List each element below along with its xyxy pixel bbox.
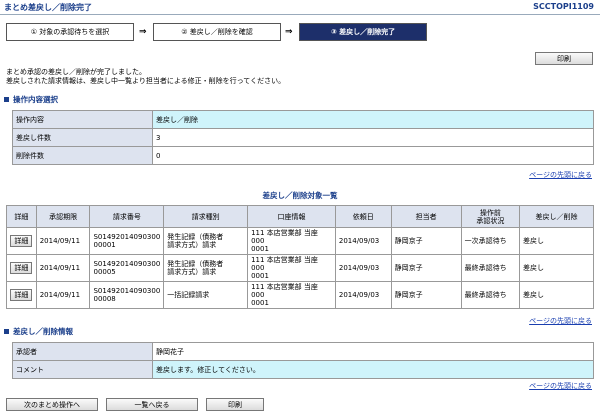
info-section-header: 差戻し／削除情報 [4, 326, 73, 337]
approver-row: 承認者 静岡花子 [12, 342, 594, 361]
back-to-list-button[interactable]: 一覧へ戻る [106, 398, 198, 411]
table-row: 詳細 2014/09/11 S01492014090300 00005 発生記録… [6, 254, 594, 282]
row-deadline: 2014/09/11 [35, 254, 91, 282]
row-type: 発生記録（債務者 請求方式）請求 [163, 254, 249, 282]
print-button-top[interactable]: 印刷 [535, 52, 593, 65]
return-count-value: 3 [152, 128, 594, 147]
print-button-bottom[interactable]: 印刷 [206, 398, 264, 411]
info-section-title: 差戻し／削除情報 [13, 327, 73, 336]
op-section-title: 操作内容選択 [13, 95, 58, 104]
page-top-link-3[interactable]: ページの先頭に戻る [529, 381, 592, 391]
list-header-row: 詳細 承認期限 請求番号 請求種別 口座情報 依頼日 担当者 操作前 承認状況 … [6, 205, 594, 228]
step-3-active: ③ 差戻し／削除完了 [299, 23, 427, 41]
col-action: 差戻し／削除 [519, 205, 594, 228]
row-type: 一括記録請求 [163, 281, 249, 309]
page-top-link-2[interactable]: ページの先頭に戻る [529, 316, 592, 326]
title-bar: まとめ差戻し／削除完了 SCCTOPI1109 [0, 0, 600, 15]
row-date: 2014/09/03 [334, 281, 392, 309]
step-arrow-1: ⇒ [139, 27, 147, 37]
list-title: 差戻し／削除対象一覧 [262, 191, 338, 200]
col-account: 口座情報 [247, 205, 336, 228]
row-deadline: 2014/09/11 [35, 281, 91, 309]
row-date: 2014/09/03 [334, 254, 392, 282]
row-account: 111 本店営業部 当座 000 0001 [247, 227, 336, 255]
row-person: 静岡京子 [390, 227, 462, 255]
step-2: ② 差戻し／削除を確認 [153, 23, 281, 41]
delete-count-row: 削除件数 0 [12, 146, 594, 165]
comment-label: コメント [12, 360, 153, 379]
step-1: ① 対象の承認待ちを選択 [6, 23, 134, 41]
return-count-label: 差戻し件数 [12, 128, 153, 147]
approver-label: 承認者 [12, 342, 153, 361]
approver-value: 静岡花子 [152, 342, 594, 361]
page-title: まとめ差戻し／削除完了 [4, 3, 92, 12]
row-number: S01492014090300 00005 [89, 254, 165, 282]
row-type: 発生記録（債務者 請求方式）請求 [163, 227, 249, 255]
row-action: 差戻し [519, 254, 594, 282]
row-account: 111 本店営業部 当座 000 0001 [247, 254, 336, 282]
message-line-1: まとめ承認の差戻し／削除が完了しました。 [6, 68, 146, 76]
detail-button[interactable]: 詳細 [10, 235, 33, 247]
comment-row: コメント 差戻します。修正してください。 [12, 360, 594, 379]
row-person: 静岡京子 [390, 281, 462, 309]
col-prev-status: 操作前 承認状況 [460, 205, 521, 228]
op-row: 操作内容 差戻し／削除 [12, 110, 594, 129]
message-line-2: 差戻しされた請求情報は、差戻し中一覧より担当者による修正・削除を行ってください。 [6, 77, 286, 85]
delete-count-value: 0 [152, 146, 594, 165]
col-detail: 詳細 [6, 205, 37, 228]
page-top-link-1[interactable]: ページの先頭に戻る [529, 170, 592, 180]
row-status: 最終承認待ち [460, 281, 521, 309]
op-table: 操作内容 差戻し／削除 差戻し件数 3 削除件数 0 [12, 110, 594, 165]
row-action: 差戻し [519, 281, 594, 309]
row-person: 静岡京子 [390, 254, 462, 282]
row-action: 差戻し [519, 227, 594, 255]
row-number: S01492014090300 00001 [89, 227, 165, 255]
row-number: S01492014090300 00008 [89, 281, 165, 309]
screen-id: SCCTOPI1109 [533, 2, 594, 11]
table-row: 詳細 2014/09/11 S01492014090300 00008 一括記録… [6, 281, 594, 309]
op-section-header: 操作内容選択 [4, 94, 58, 105]
col-person: 担当者 [390, 205, 462, 228]
row-account: 111 本店営業部 当座 000 0001 [247, 281, 336, 309]
detail-button[interactable]: 詳細 [10, 289, 33, 301]
info-table: 承認者 静岡花子 コメント 差戻します。修正してください。 [12, 342, 594, 379]
delete-count-label: 削除件数 [12, 146, 153, 165]
col-date: 依頼日 [334, 205, 392, 228]
op-value: 差戻し／削除 [152, 110, 594, 129]
comment-value: 差戻します。修正してください。 [152, 360, 594, 379]
next-operation-button[interactable]: 次のまとめ操作へ [6, 398, 98, 411]
col-type: 請求種別 [163, 205, 249, 228]
op-label: 操作内容 [12, 110, 153, 129]
row-status: 最終承認待ち [460, 254, 521, 282]
col-number: 請求番号 [89, 205, 165, 228]
detail-button[interactable]: 詳細 [10, 262, 33, 274]
section-square-icon [4, 329, 9, 334]
return-count-row: 差戻し件数 3 [12, 128, 594, 147]
table-row: 詳細 2014/09/11 S01492014090300 00001 発生記録… [6, 227, 594, 255]
col-deadline: 承認期限 [35, 205, 91, 228]
step-arrow-2: ⇒ [285, 27, 293, 37]
target-list-table: 詳細 承認期限 請求番号 請求種別 口座情報 依頼日 担当者 操作前 承認状況 … [6, 205, 594, 309]
row-date: 2014/09/03 [334, 227, 392, 255]
section-square-icon [4, 97, 9, 102]
row-deadline: 2014/09/11 [35, 227, 91, 255]
row-status: 一次承認待ち [460, 227, 521, 255]
